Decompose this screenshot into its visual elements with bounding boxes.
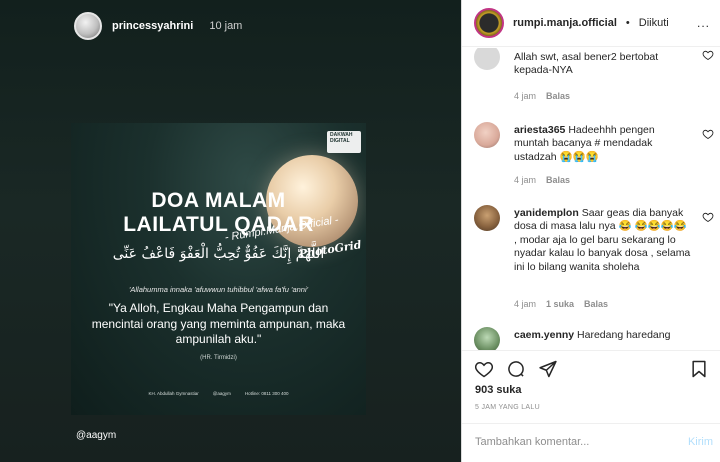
comment-text: yanidemplon Saar geas dia banyak dosa di…	[514, 207, 691, 273]
comment-item: ariesta365 Hadeehhh pengen muntah bacany…	[474, 122, 714, 188]
post-actions	[462, 350, 720, 380]
comment-input[interactable]	[475, 436, 670, 448]
comment-text: ariesta365 Hadeehhh pengen muntah bacany…	[514, 124, 655, 163]
poster-meaning: "Ya Alloh, Engkau Maha Pengampun dan men…	[91, 301, 346, 347]
comment-meta: 4 jam Balas	[514, 175, 570, 185]
story-header: princessyahrini 10 jam	[74, 12, 242, 40]
follow-status-button[interactable]: Diikuti	[639, 17, 669, 29]
dakwah-digital-logo: DAKWAH DIGITAL	[327, 131, 361, 153]
reply-button[interactable]: Balas	[584, 299, 608, 309]
reply-button[interactable]: Balas	[546, 175, 570, 185]
comments-list[interactable]: Allah swt, asal bener2 bertobat kepada-N…	[462, 48, 720, 350]
comment-item: Allah swt, asal bener2 bertobat kepada-N…	[474, 48, 714, 104]
comment-username[interactable]: ariesta365	[514, 124, 565, 136]
post-side-panel: rumpi.manja.official • Diikuti ... Allah…	[461, 0, 720, 462]
likes-count[interactable]: 903 suka	[475, 384, 521, 396]
story-avatar[interactable]	[74, 12, 102, 40]
comment-text: Allah swt, asal bener2 bertobat kepada-N…	[514, 51, 659, 77]
story-handle: @aagym	[76, 430, 117, 441]
account-username[interactable]: rumpi.manja.official	[513, 17, 617, 29]
footer-ig: @aagym	[212, 391, 231, 396]
footer-phone: Hotline: 0811 300 400	[244, 391, 289, 396]
poster-footer: KH. Abdullah Gymnastiar @aagym Hotline: …	[71, 391, 366, 396]
comment-avatar[interactable]	[474, 327, 500, 350]
comment-item: yanidemplon Saar geas dia banyak dosa di…	[474, 205, 714, 310]
comment-time: 4 jam	[514, 175, 537, 185]
share-icon[interactable]	[538, 359, 558, 379]
comment-time: 4 jam	[514, 91, 537, 101]
comment-meta: 4 jam Balas	[514, 91, 570, 101]
comment-avatar[interactable]	[474, 48, 500, 70]
heart-icon[interactable]	[702, 49, 714, 61]
comment-avatar[interactable]	[474, 122, 500, 148]
comment-username[interactable]: yanidemplon	[514, 207, 579, 219]
more-options-icon[interactable]: ...	[697, 16, 710, 30]
heart-icon[interactable]	[702, 128, 714, 140]
reply-button[interactable]: Balas	[546, 91, 570, 101]
like-heart-icon[interactable]	[474, 359, 494, 379]
comment-text: caem.yenny Haredang haredang	[514, 329, 671, 341]
post-header: rumpi.manja.official • Diikuti ...	[462, 0, 720, 47]
comment-icon[interactable]	[506, 359, 526, 379]
post-time: 5 JAM YANG LALU	[475, 404, 540, 411]
post-comment-button[interactable]: Kirim	[688, 436, 713, 448]
poster-transliteration: 'Allahumma innaka 'afuwwun tuhibbul 'afw…	[128, 285, 309, 294]
story-username[interactable]: princessyahrini	[112, 20, 193, 32]
comment-avatar[interactable]	[474, 205, 500, 231]
account-avatar[interactable]	[474, 8, 504, 38]
comment-time: 4 jam	[514, 299, 537, 309]
comment-username[interactable]: caem.yenny	[514, 329, 574, 341]
poster-source: (HR. Tirmidzi)	[200, 355, 237, 361]
header-separator: •	[625, 17, 630, 29]
story-time: 10 jam	[209, 20, 243, 32]
post-media: princessyahrini 10 jam DAKWAH DIGITAL DO…	[0, 0, 461, 462]
comment-meta: 4 jam 1 suka Balas	[514, 299, 608, 309]
add-comment-bar: Kirim	[462, 423, 720, 462]
footer-name: KH. Abdullah Gymnastiar	[148, 391, 199, 396]
comment-likes[interactable]: 1 suka	[546, 299, 574, 309]
heart-icon[interactable]	[702, 211, 714, 223]
comment-item: caem.yenny Haredang haredang	[474, 327, 712, 350]
poster-title-line1: DOA MALAM	[151, 189, 286, 212]
poster-image: DAKWAH DIGITAL DOA MALAM LAILATUL QADAR …	[71, 123, 366, 415]
bookmark-icon[interactable]	[689, 359, 709, 379]
